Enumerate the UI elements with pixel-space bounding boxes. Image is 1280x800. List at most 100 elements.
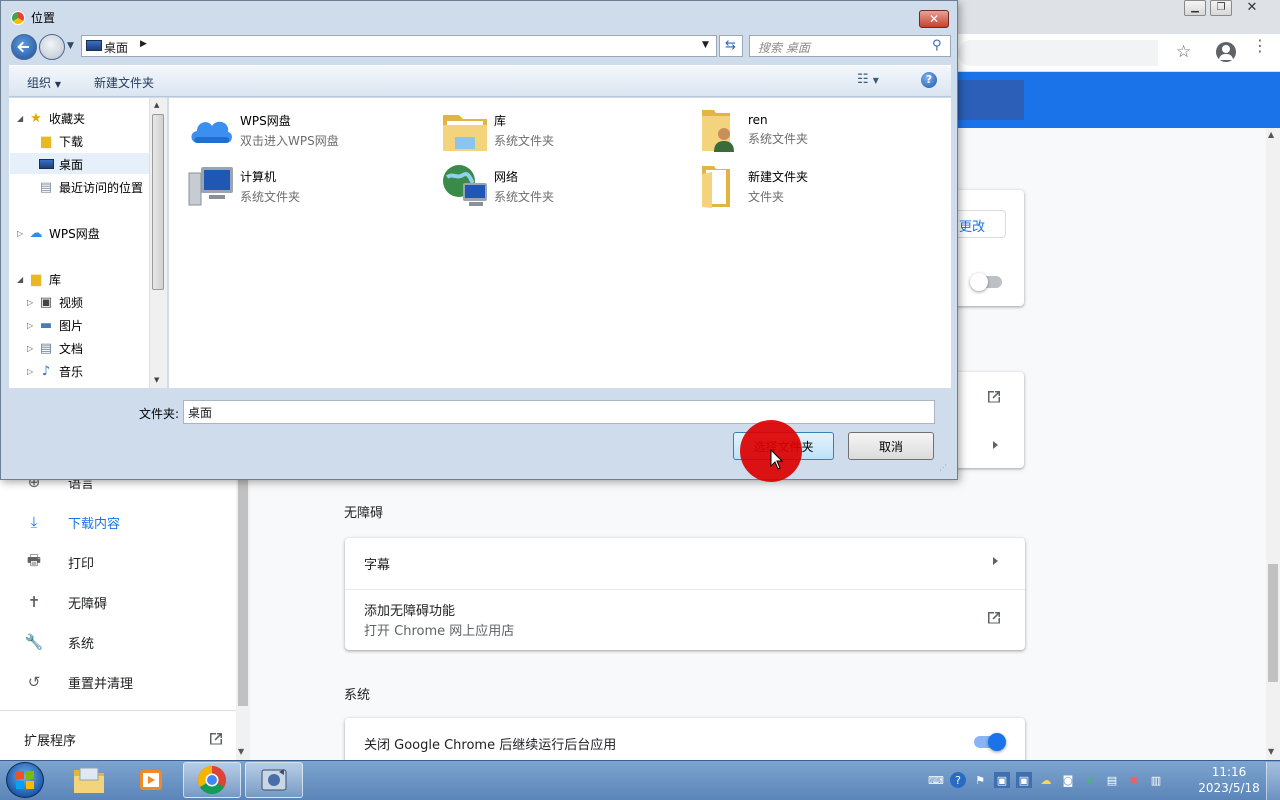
reset-icon: ↺ <box>27 673 41 691</box>
item-network[interactable]: 网络 系统文件夹 <box>440 161 680 211</box>
background-apps-toggle[interactable] <box>974 733 1006 751</box>
sidebar-item-extensions[interactable]: 扩展程序 <box>24 728 224 750</box>
item-user-ren[interactable]: ren 系统文件夹 <box>694 105 934 155</box>
refresh-button[interactable]: ⇆ <box>719 35 743 57</box>
display-icon[interactable]: ▣ <box>994 772 1010 788</box>
close-window-button[interactable]: ✕ <box>1240 0 1264 16</box>
resize-grip-icon[interactable]: ⋰ <box>939 463 947 472</box>
breadcrumb-chevron-icon[interactable]: ▶ <box>140 39 147 49</box>
address-dropdown-icon[interactable]: ▼ <box>702 40 709 50</box>
forward-button[interactable] <box>39 34 65 60</box>
add-accessibility-features-link[interactable]: 添加无障碍功能 <box>364 600 455 619</box>
collapsed-triangle-icon: ▷ <box>27 366 34 376</box>
scroll-up-arrow-icon[interactable]: ▲ <box>154 101 159 109</box>
dialog-title: 位置 <box>31 11 56 25</box>
keyboard-icon[interactable]: ⌨ <box>928 772 944 788</box>
start-button[interactable] <box>6 762 44 798</box>
chevron-right-icon[interactable] <box>993 557 998 565</box>
tree-item-desktop[interactable]: 桌面 <box>27 154 83 174</box>
tree-item-recent[interactable]: ▤ 最近访问的位置 <box>27 177 143 197</box>
show-desktop-button[interactable] <box>1266 762 1280 800</box>
external-link-icon[interactable] <box>986 389 1002 408</box>
tree-item-videos[interactable]: ▷ ▣ 视频 <box>27 292 83 312</box>
collapsed-triangle-icon: ▷ <box>27 343 34 353</box>
folder-name-input[interactable]: 桌面 <box>183 400 935 424</box>
cloud-sync-icon[interactable]: ☁ <box>1038 772 1054 788</box>
tree-item-wps-cloud[interactable]: ▷ ☁ WPS网盘 <box>17 223 100 243</box>
desktop-icon <box>37 156 55 172</box>
wps-cloud-icon: ☁ <box>29 225 43 241</box>
command-bar: 组织 ▼ 新建文件夹 ☷ ▼ ? <box>9 65 951 97</box>
view-options-icon[interactable]: ☷ ▼ <box>857 72 879 87</box>
scroll-down-arrow-icon[interactable]: ▼ <box>1268 747 1274 756</box>
pictures-library-icon: ▬ <box>39 317 53 333</box>
history-dropdown-icon[interactable]: ▼ <box>67 41 74 51</box>
help-icon[interactable]: ? <box>950 772 966 788</box>
library-icon: ▆ <box>31 271 41 287</box>
item-computer[interactable]: 计算机 系统文件夹 <box>186 161 426 211</box>
taskbar-chrome[interactable] <box>183 762 241 798</box>
taskbar-paint-app[interactable] <box>245 762 303 798</box>
taskbar-file-explorer[interactable] <box>60 762 118 798</box>
nav-pane-scrollbar[interactable] <box>149 98 167 388</box>
external-link-icon[interactable] <box>986 610 1002 629</box>
cancel-button[interactable]: 取消 <box>848 432 934 460</box>
new-folder-button[interactable]: 新建文件夹 <box>94 74 154 91</box>
back-button[interactable] <box>11 34 37 60</box>
page-scrollbar[interactable] <box>1266 128 1280 760</box>
omnibox[interactable] <box>958 40 1158 66</box>
item-new-folder[interactable]: 新建文件夹 文件夹 <box>694 161 934 211</box>
accessibility-icon: ✝ <box>27 593 41 611</box>
search-input[interactable]: 搜索 桌面 ⚲ <box>749 35 951 57</box>
video-library-icon: ▣ <box>39 294 53 310</box>
volume-icon[interactable]: ▥ <box>1148 772 1164 788</box>
taskbar-media-player[interactable] <box>122 762 180 798</box>
scroll-down-arrow-icon[interactable]: ▼ <box>238 747 244 756</box>
settings-search-bar[interactable] <box>958 80 1024 120</box>
sidebar-scrollbar[interactable] <box>236 470 250 760</box>
tree-item-pictures[interactable]: ▷ ▬ 图片 <box>27 315 83 335</box>
sidebar-item-reset[interactable]: ↺ 重置并清理 <box>0 662 236 702</box>
mouse-cursor-icon <box>770 448 784 474</box>
help-icon[interactable]: ? <box>921 72 937 88</box>
sidebar-item-downloads[interactable]: ⤓ 下载内容 <box>0 502 236 542</box>
item-library[interactable]: 库系统文件夹 <box>440 105 680 155</box>
security-check-icon[interactable]: ✔ <box>1082 772 1098 788</box>
expanded-triangle-icon: ◢ <box>17 113 24 123</box>
tree-item-downloads[interactable]: ▆ 下载 <box>27 131 83 151</box>
network-tray-icon[interactable]: ▣ <box>1016 772 1032 788</box>
organize-menu[interactable]: 组织 ▼ <box>27 74 61 91</box>
bookmark-star-icon[interactable]: ☆ <box>1176 42 1191 62</box>
sidebar-item-system[interactable]: 🔧 系统 <box>0 622 236 662</box>
sidebar-divider <box>0 710 236 711</box>
address-bar[interactable]: 桌面 ▶ ▼ <box>81 35 717 57</box>
captions-row[interactable]: 字幕 <box>364 554 390 573</box>
camera-icon[interactable]: ◙ <box>1060 772 1076 788</box>
taskbar-clock[interactable]: 11:16 2023/5/18 <box>1192 764 1266 798</box>
chrome-menu-icon[interactable]: ⋮ <box>1252 38 1268 54</box>
network-icon <box>440 162 490 210</box>
clock-time: 11:16 <box>1211 765 1247 779</box>
browse-folder-dialog: 位置 ✕ ▼ 桌面 ▶ ▼ ⇆ 搜索 桌面 ⚲ 组织 ▼ 新建文件夹 ☷ ▼ ?… <box>0 0 958 480</box>
item-wps-cloud[interactable]: WPS网盘 双击进入WPS网盘 <box>186 105 426 155</box>
chevron-right-icon[interactable] <box>993 441 998 449</box>
ask-location-toggle[interactable] <box>970 273 1002 291</box>
address-segment[interactable]: 桌面 <box>104 39 128 56</box>
profile-avatar-icon[interactable] <box>1216 42 1236 62</box>
tree-item-library[interactable]: ◢ ▆ 库 <box>17 269 61 289</box>
maximize-button[interactable]: ❐ <box>1210 0 1232 16</box>
tree-item-favorites[interactable]: ◢ ★ 收藏夹 <box>17 108 85 128</box>
scroll-down-arrow-icon[interactable]: ▼ <box>154 376 159 384</box>
tree-item-music[interactable]: ▷ ♪ 音乐 <box>27 361 83 381</box>
search-icon: ⚲ <box>932 38 942 53</box>
printer-tray-icon[interactable]: ▤ <box>1104 772 1120 788</box>
documents-library-icon: ▤ <box>39 340 53 356</box>
network-error-icon[interactable]: ✖ <box>1126 772 1142 788</box>
dialog-close-button[interactable]: ✕ <box>919 10 949 28</box>
scroll-up-arrow-icon[interactable]: ▲ <box>1268 130 1274 139</box>
sidebar-item-accessibility[interactable]: ✝ 无障碍 <box>0 582 236 622</box>
minimize-button[interactable]: ▁ <box>1184 0 1206 16</box>
tree-item-documents[interactable]: ▷ ▤ 文档 <box>27 338 83 358</box>
flag-icon[interactable]: ⚑ <box>972 772 988 788</box>
sidebar-item-printing[interactable]: 🖶 打印 <box>0 542 236 582</box>
